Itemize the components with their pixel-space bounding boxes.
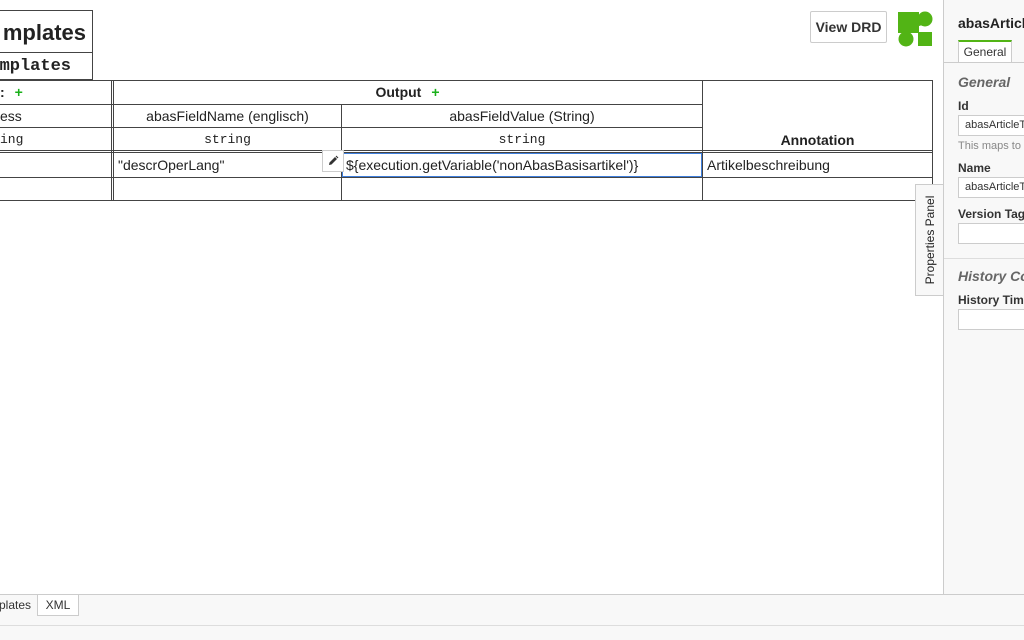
tab-divider xyxy=(944,62,1024,63)
dmn-logo-icon xyxy=(897,11,933,47)
output-header-label: Output xyxy=(375,84,422,100)
grid-line xyxy=(111,80,112,201)
edit-cell-button[interactable] xyxy=(322,150,344,172)
output-header: Output + xyxy=(113,80,702,104)
grid-line xyxy=(0,127,703,128)
decision-id[interactable]: mplates xyxy=(0,53,93,80)
group-general-title: General xyxy=(958,74,1011,90)
empty-row-annotation-cell[interactable] xyxy=(703,178,932,200)
pencil-icon xyxy=(329,155,339,165)
input-column-type[interactable]: ing xyxy=(0,128,112,152)
history-time-label: History Time xyxy=(958,293,1024,307)
group-history-title: History Co xyxy=(958,268,1024,284)
input-column-label[interactable]: ess xyxy=(0,104,112,128)
tab-diagram[interactable]: plates xyxy=(0,595,34,616)
id-description: This maps to xyxy=(958,140,1021,152)
version-tag-input[interactable] xyxy=(958,223,1024,244)
grid-line xyxy=(0,104,703,105)
properties-panel: abasArticl General General Id abasArticl… xyxy=(943,0,1024,594)
id-input[interactable]: abasArticleTe xyxy=(958,115,1024,136)
properties-panel-toggle[interactable]: Properties Panel xyxy=(915,184,943,296)
output-column-label-1[interactable]: abasFieldName (englisch) xyxy=(113,104,342,128)
grid-line xyxy=(0,177,933,178)
id-label: Id xyxy=(958,99,969,113)
output-column-type-1[interactable]: string xyxy=(113,128,342,152)
bottom-bar: plates XML xyxy=(0,594,1024,640)
grid-line xyxy=(0,200,933,201)
rule-1-annotation-cell[interactable]: Artikelbeschreibung xyxy=(703,153,932,177)
history-time-input[interactable] xyxy=(958,309,1024,330)
version-tag-label: Version Tag xyxy=(958,207,1024,221)
grid-line xyxy=(0,80,933,81)
view-drd-button[interactable]: View DRD xyxy=(810,11,887,43)
empty-row-output-1-cell[interactable] xyxy=(113,178,342,200)
empty-row-input-cell[interactable] xyxy=(0,178,112,200)
tab-xml[interactable]: XML xyxy=(37,595,79,616)
tab-general[interactable]: General xyxy=(958,40,1012,63)
selected-cell-outline xyxy=(342,153,702,177)
bottom-divider xyxy=(0,625,1024,626)
decision-table-canvas: mplates mplates View DRD : + Output + ess … xyxy=(0,0,943,594)
grid-line xyxy=(702,80,703,201)
grid-line xyxy=(0,150,933,151)
properties-panel-toggle-label: Properties Panel xyxy=(922,195,937,285)
input-header: : + xyxy=(0,80,112,104)
decision-name[interactable]: mplates xyxy=(0,10,93,53)
grid-line xyxy=(932,80,933,201)
name-label: Name xyxy=(958,161,991,175)
empty-row-output-2-cell[interactable] xyxy=(342,178,702,200)
properties-title: abasArticl xyxy=(958,15,1024,31)
grid-line xyxy=(113,80,114,201)
rule-1-output-1-cell[interactable]: "descrOperLang" xyxy=(113,153,342,177)
add-input-button[interactable]: + xyxy=(15,84,23,100)
annotation-header: Annotation xyxy=(780,132,855,148)
group-divider xyxy=(944,258,1024,259)
rule-1-input-cell[interactable] xyxy=(0,153,112,177)
name-input[interactable]: abasArticleT xyxy=(958,177,1024,198)
output-column-type-2[interactable]: string xyxy=(342,128,702,152)
output-column-label-2[interactable]: abasFieldValue (String) xyxy=(342,104,702,128)
add-output-button[interactable]: + xyxy=(431,84,439,100)
input-header-label: : xyxy=(0,84,5,100)
